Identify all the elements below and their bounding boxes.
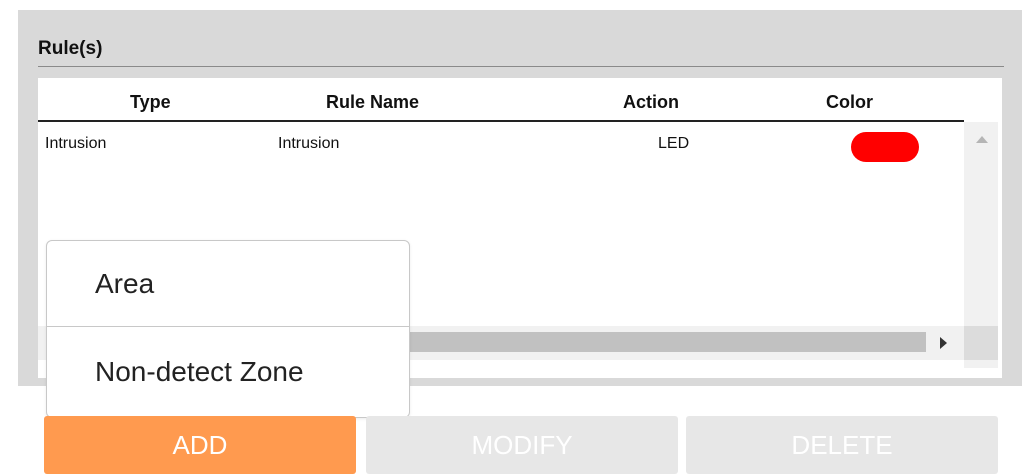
cell-type: Intrusion — [45, 135, 107, 152]
cell-rule-name: Intrusion — [278, 135, 340, 152]
cell-action: LED — [658, 135, 690, 152]
delete-button[interactable]: DELETE — [686, 416, 998, 474]
table-row[interactable]: Intrusion Intrusion LED — [38, 122, 964, 162]
scroll-up-arrow-icon[interactable] — [976, 136, 988, 143]
scrollbar-corner — [964, 326, 998, 360]
add-type-dropdown: Area Non-detect Zone — [46, 240, 410, 418]
dropdown-item-non-detect-zone[interactable]: Non-detect Zone — [47, 329, 409, 415]
add-button[interactable]: ADD — [44, 416, 356, 474]
modify-button[interactable]: MODIFY — [366, 416, 678, 474]
column-header-color[interactable]: Color — [826, 92, 873, 113]
table-header: Type Rule Name Action Color — [38, 78, 964, 122]
column-header-rule-name[interactable]: Rule Name — [326, 92, 419, 113]
column-header-type[interactable]: Type — [130, 92, 171, 113]
scroll-right-arrow-icon[interactable] — [940, 337, 947, 349]
cell-color-swatch — [851, 132, 919, 162]
rules-panel-title: Rule(s) — [38, 38, 103, 59]
column-header-action[interactable]: Action — [623, 92, 679, 113]
title-divider — [38, 66, 1004, 67]
dropdown-item-area[interactable]: Area — [47, 241, 409, 327]
